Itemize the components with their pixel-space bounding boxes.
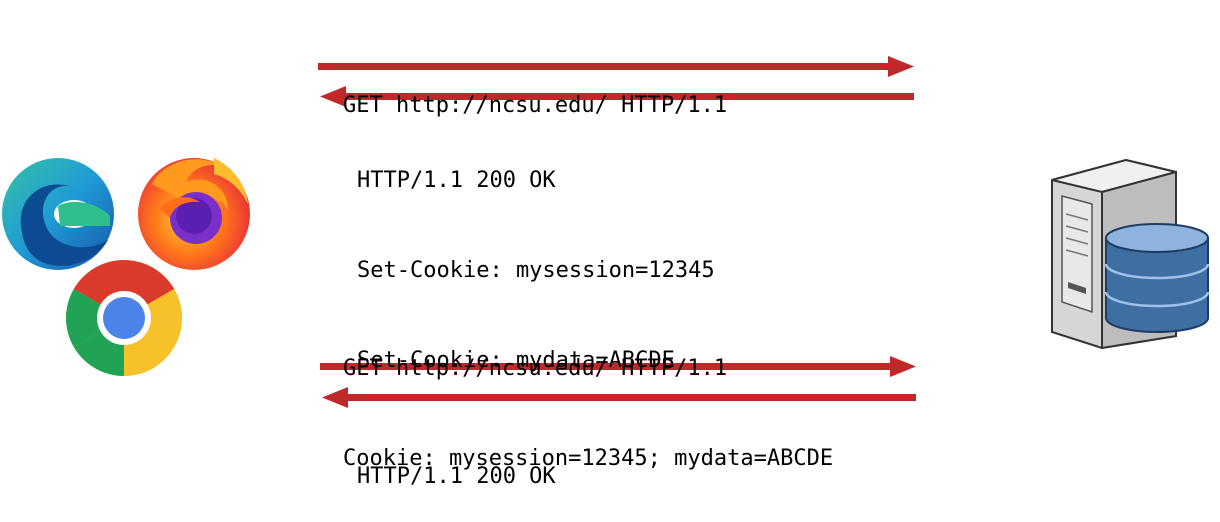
message-line: GET http://ncsu.edu/ HTTP/1.1 [343,356,728,381]
message-line: Set-Cookie: mysession=12345 [357,258,715,283]
server-database-icon [1051,158,1210,350]
firefox-browser-icon [138,158,250,270]
chrome-browser-icon [66,260,182,376]
message-line: HTTP/1.1 200 OK [357,168,556,193]
message-line: HTTP/1.1 200 OK [357,464,556,489]
http-response-2: HTTP/1.1 200 OK [357,402,556,522]
edge-browser-icon [2,158,114,270]
